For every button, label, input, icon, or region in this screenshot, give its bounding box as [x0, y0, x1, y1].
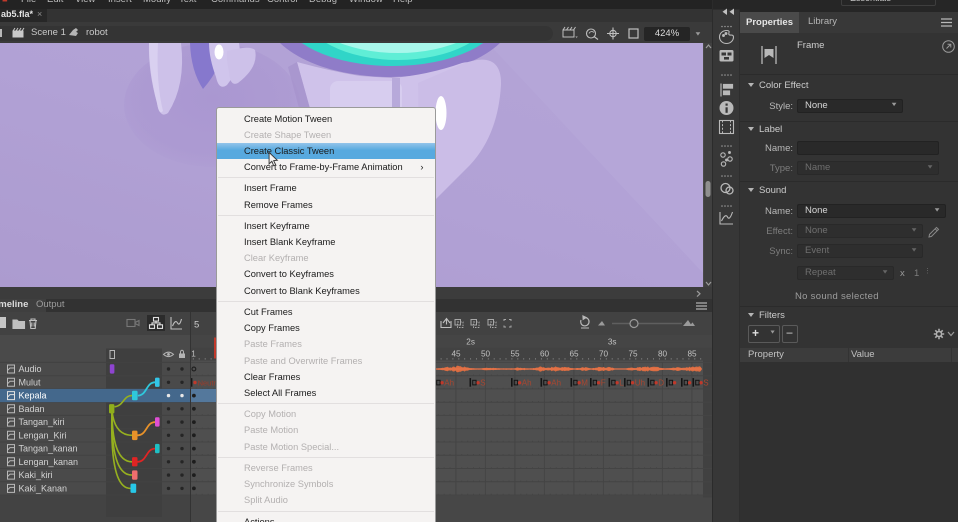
svg-text:80: 80	[658, 350, 668, 359]
svg-text:Ah: Ah	[444, 379, 454, 388]
svg-text:Lengan_kanan: Lengan_kanan	[19, 457, 79, 467]
svg-text:F: F	[601, 379, 606, 388]
svg-text:Badan: Badan	[19, 404, 45, 414]
svg-text:Kaki_kiri: Kaki_kiri	[19, 470, 53, 480]
svg-text:S: S	[480, 379, 485, 388]
svg-text:Audio: Audio	[19, 364, 42, 374]
svg-text:L: L	[619, 379, 624, 388]
svg-text:Mulut: Mulut	[19, 377, 42, 387]
svg-text:85: 85	[687, 350, 697, 359]
svg-text:55: 55	[510, 350, 520, 359]
svg-text:3s: 3s	[608, 338, 617, 347]
svg-text:Kepala: Kepala	[19, 391, 47, 401]
svg-text:Ah: Ah	[522, 379, 532, 388]
svg-text:1: 1	[191, 350, 196, 359]
svg-text:Kaki_Kanan: Kaki_Kanan	[19, 484, 68, 494]
svg-text:65: 65	[569, 350, 579, 359]
svg-text:Tangan_kanan: Tangan_kanan	[19, 444, 78, 454]
svg-text:5: 5	[194, 319, 199, 330]
svg-text:50: 50	[481, 350, 491, 359]
svg-text:75: 75	[628, 350, 638, 359]
svg-text:Uh: Uh	[635, 379, 645, 388]
svg-text:2s: 2s	[466, 338, 475, 347]
svg-text:Lengan_Kiri: Lengan_Kiri	[19, 430, 67, 440]
svg-text:45: 45	[451, 350, 461, 359]
svg-text:Ah: Ah	[551, 379, 561, 388]
svg-text:M: M	[581, 379, 588, 388]
svg-text:D: D	[658, 379, 664, 388]
svg-text:60: 60	[540, 350, 550, 359]
svg-text:Tangan_kiri: Tangan_kiri	[19, 417, 65, 427]
svg-text:70: 70	[599, 350, 609, 359]
svg-text:S: S	[703, 379, 708, 388]
